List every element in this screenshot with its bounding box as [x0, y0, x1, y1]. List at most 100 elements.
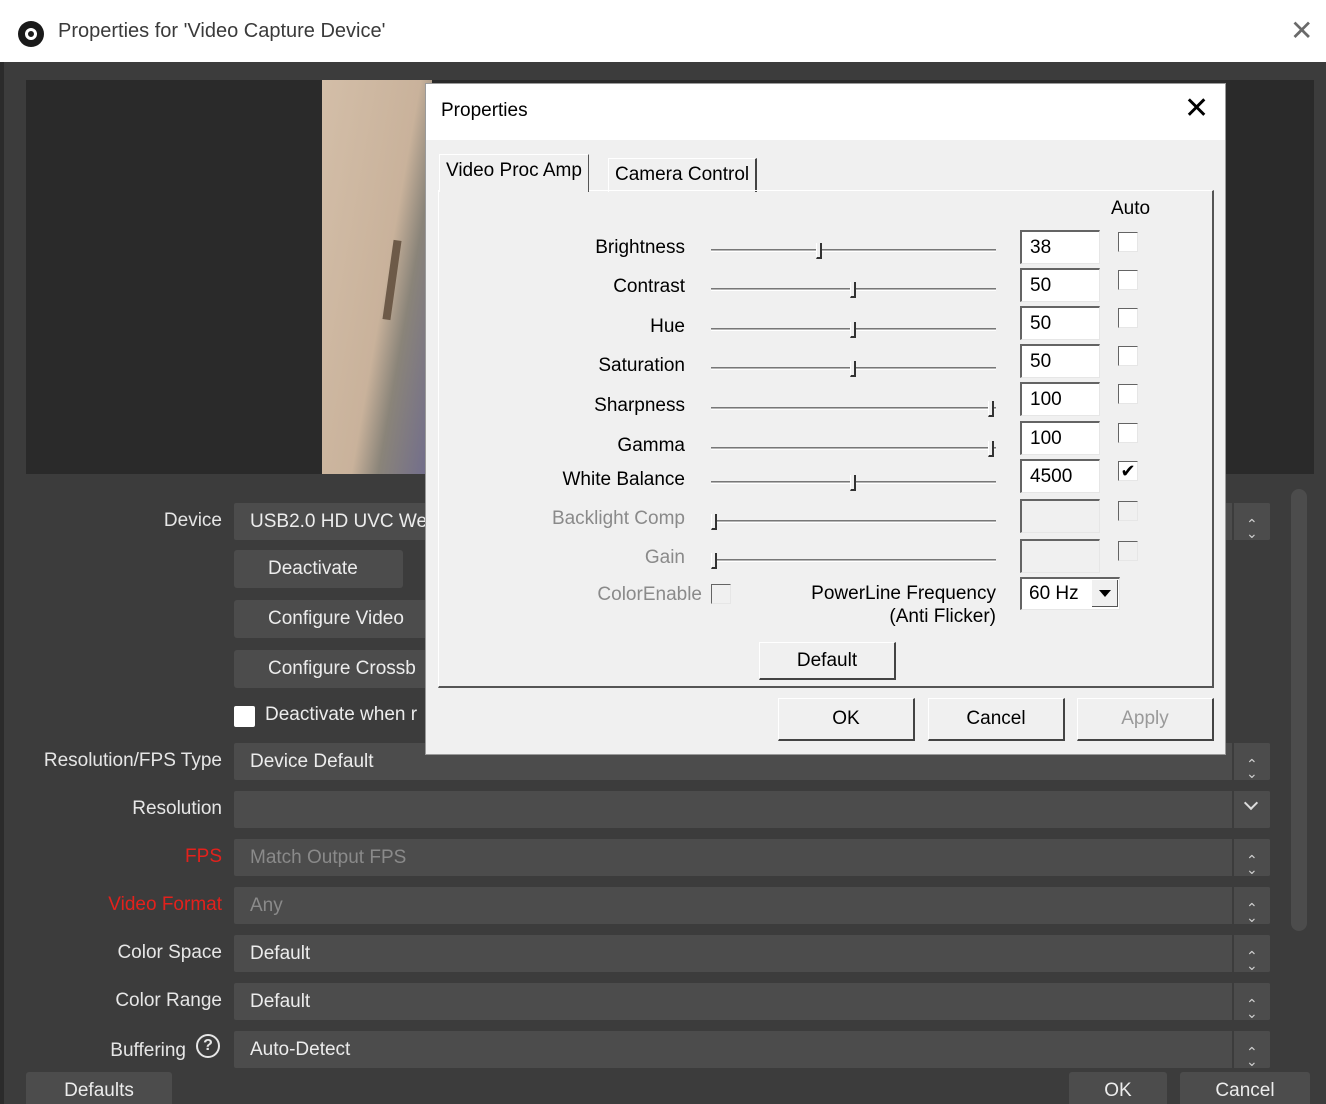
sharpness-auto-checkbox[interactable] [1118, 384, 1138, 404]
hue-label: Hue [650, 316, 685, 337]
brightness-label: Brightness [595, 237, 685, 258]
ok-button[interactable]: OK [1069, 1072, 1167, 1104]
color-range-select[interactable]: Default [234, 983, 1270, 1020]
white-balance-label: White Balance [562, 469, 685, 490]
video-format-select[interactable]: Any [234, 887, 1270, 924]
camera-properties-dialog: Properties ✕ Video Proc Amp Camera Contr… [425, 83, 1226, 755]
gamma-slider[interactable] [711, 441, 996, 457]
sharpness-slider-thumb[interactable] [988, 401, 994, 417]
auto-header: Auto [1111, 198, 1151, 219]
powerline-frequency-select[interactable]: 60 Hz [1020, 577, 1120, 610]
configure-video-button[interactable]: Configure Video [234, 600, 454, 638]
saturation-auto-checkbox[interactable] [1118, 346, 1138, 366]
powerline-label-line1: PowerLine Frequency [811, 583, 996, 604]
gamma-slider-thumb[interactable] [988, 441, 994, 457]
deactivate-when-checkbox[interactable] [234, 706, 255, 727]
window-titlebar: Properties for 'Video Capture Device' ✕ [0, 0, 1326, 62]
tab-video-proc-amp[interactable]: Video Proc Amp [439, 154, 589, 192]
saturation-value-field[interactable]: 50 [1020, 344, 1100, 378]
configure-crossbar-button[interactable]: Configure Crossb [234, 650, 454, 688]
color-enable-checkbox[interactable] [711, 584, 731, 604]
device-value: USB2.0 HD UVC We [250, 511, 428, 532]
brightness-slider[interactable] [711, 243, 996, 259]
hue-slider[interactable] [711, 322, 996, 338]
gain-auto-checkbox[interactable] [1118, 541, 1138, 561]
deactivate-button[interactable]: Deactivate [234, 550, 403, 588]
backlight-comp-slider-thumb[interactable] [711, 514, 717, 530]
fps-value: Match Output FPS [250, 847, 407, 868]
buffering-label: Buffering [110, 1040, 186, 1061]
buffering-value: Auto-Detect [250, 1039, 351, 1060]
backlight-comp-value-field[interactable] [1020, 499, 1100, 533]
hue-slider-thumb[interactable] [850, 322, 856, 338]
hue-auto-checkbox[interactable] [1118, 308, 1138, 328]
backlight-comp-auto-checkbox[interactable] [1118, 501, 1138, 521]
brightness-value-field[interactable]: 38 [1020, 230, 1100, 264]
resolution-fps-type-label: Resolution/FPS Type [43, 750, 222, 771]
vertical-scrollbar[interactable] [1291, 489, 1307, 931]
color-range-spin-icon[interactable] [1232, 983, 1270, 1020]
dialog-close-icon[interactable]: ✕ [1184, 94, 1209, 124]
color-enable-label: ColorEnable [597, 584, 702, 605]
color-space-spin-icon[interactable] [1232, 935, 1270, 972]
dialog-ok-button[interactable]: OK [778, 698, 915, 741]
brightness-auto-checkbox[interactable] [1118, 232, 1138, 252]
video-format-label: Video Format [108, 894, 222, 915]
white-balance-slider[interactable] [711, 475, 996, 491]
buffering-spin-icon[interactable] [1232, 1031, 1270, 1068]
buffering-select[interactable]: Auto-Detect [234, 1031, 1270, 1068]
fps-label: FPS [185, 846, 222, 867]
device-spin-icon[interactable] [1232, 503, 1270, 540]
dialog-apply-button[interactable]: Apply [1077, 698, 1214, 741]
resolution-select[interactable] [234, 791, 1270, 828]
gain-label: Gain [644, 547, 685, 568]
contrast-slider[interactable] [711, 282, 996, 298]
brightness-slider-thumb[interactable] [816, 243, 822, 259]
saturation-slider[interactable] [711, 361, 996, 377]
deactivate-when-label: Deactivate when r [265, 704, 418, 725]
powerline-label-line2: (Anti Flicker) [889, 606, 996, 627]
dialog-title: Properties [441, 100, 528, 121]
resolution-label: Resolution [132, 798, 222, 819]
gamma-value-field[interactable]: 100 [1020, 421, 1100, 455]
sharpness-slider[interactable] [711, 401, 996, 417]
contrast-label: Contrast [613, 276, 685, 297]
dropdown-arrow-icon[interactable] [1092, 580, 1118, 607]
sharpness-label: Sharpness [594, 395, 685, 416]
video-format-value: Any [250, 895, 283, 916]
hue-value-field[interactable]: 50 [1020, 306, 1100, 340]
defaults-button[interactable]: Defaults [26, 1072, 172, 1104]
contrast-slider-thumb[interactable] [850, 282, 856, 298]
contrast-auto-checkbox[interactable] [1118, 270, 1138, 290]
color-space-label: Color Space [117, 942, 222, 963]
resolution-dropdown-icon[interactable] [1232, 791, 1270, 828]
dialog-cancel-button[interactable]: Cancel [928, 698, 1065, 741]
color-range-label: Color Range [115, 990, 222, 1011]
tab-camera-control[interactable]: Camera Control [608, 158, 758, 192]
window-close-icon[interactable]: ✕ [1290, 17, 1313, 45]
saturation-slider-thumb[interactable] [850, 361, 856, 377]
powerline-value: 60 Hz [1029, 583, 1079, 604]
obs-logo-icon [18, 21, 44, 47]
color-range-value: Default [250, 991, 311, 1012]
white-balance-slider-thumb[interactable] [850, 475, 856, 491]
gain-slider-thumb[interactable] [711, 553, 717, 569]
backlight-comp-slider[interactable] [711, 514, 996, 530]
help-icon[interactable]: ? [196, 1034, 220, 1058]
gain-value-field[interactable] [1020, 539, 1100, 573]
contrast-value-field[interactable]: 50 [1020, 268, 1100, 302]
powerline-frequency-label: PowerLine Frequency (Anti Flicker) [811, 582, 996, 628]
video-format-spin-icon[interactable] [1232, 887, 1270, 924]
default-button[interactable]: Default [759, 642, 896, 680]
gamma-auto-checkbox[interactable] [1118, 423, 1138, 443]
sharpness-value-field[interactable]: 100 [1020, 382, 1100, 416]
white-balance-value-field[interactable]: 4500 [1020, 459, 1100, 493]
color-space-select[interactable]: Default [234, 935, 1270, 972]
device-label: Device [163, 510, 222, 531]
fps-spin-icon[interactable] [1232, 839, 1270, 876]
cancel-button[interactable]: Cancel [1180, 1072, 1310, 1104]
white-balance-auto-checkbox[interactable]: ✔ [1118, 461, 1138, 481]
gain-slider[interactable] [711, 553, 996, 569]
fps-select[interactable]: Match Output FPS [234, 839, 1270, 876]
resolution-fps-type-spin-icon[interactable] [1232, 743, 1270, 780]
